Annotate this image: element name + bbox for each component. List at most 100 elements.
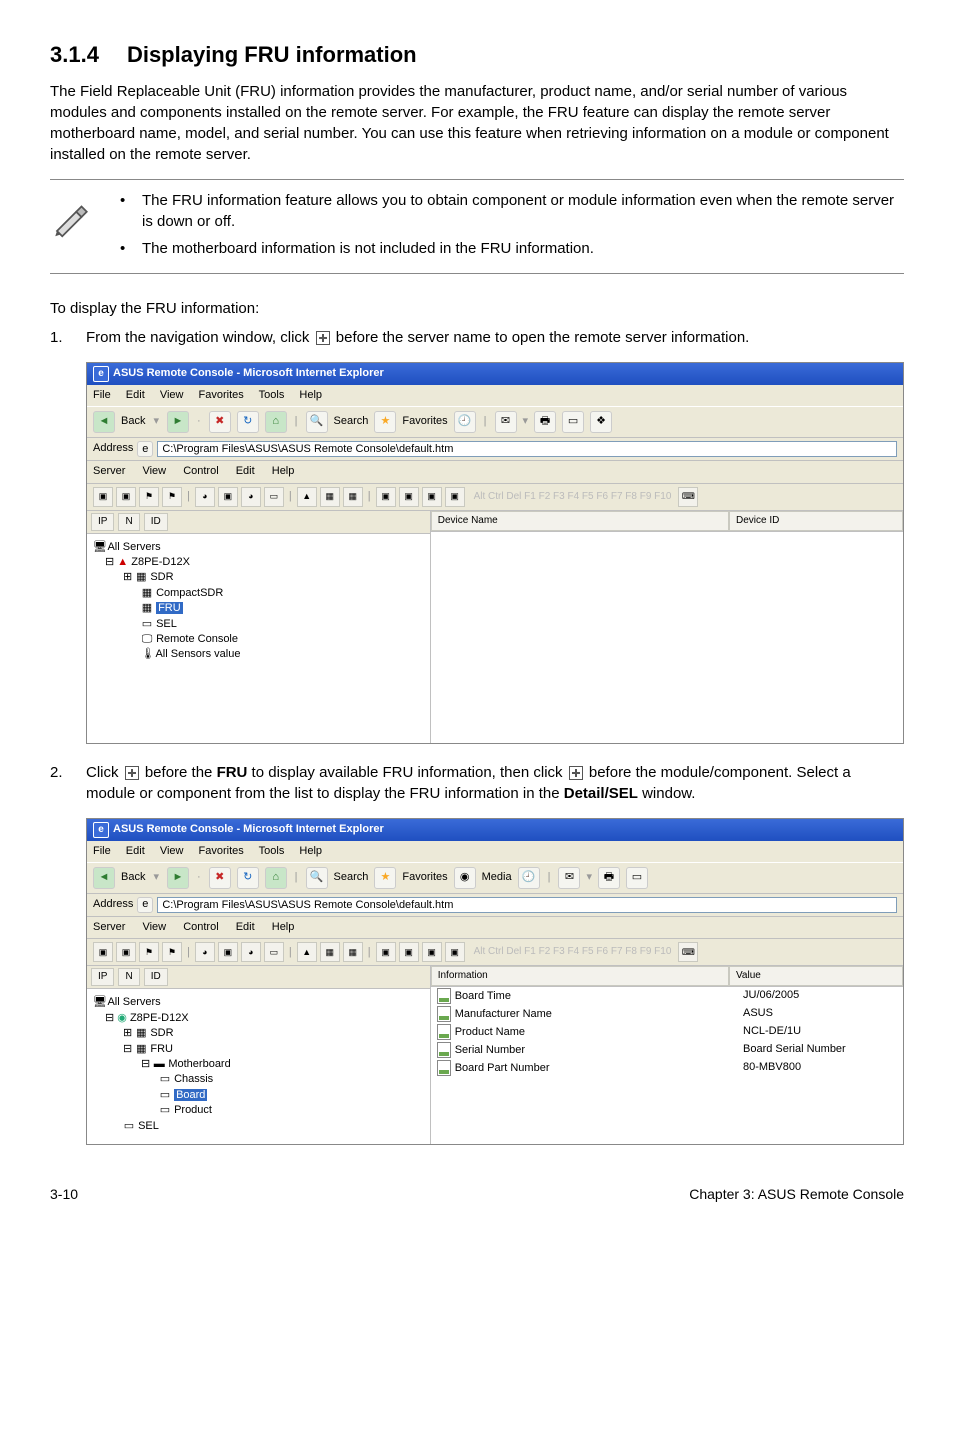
mail-button[interactable]: ✉: [495, 411, 517, 433]
arc-tool-icon[interactable]: ▣: [93, 487, 113, 507]
back-button[interactable]: ◄: [93, 867, 115, 889]
menu-favorites[interactable]: Favorites: [199, 845, 244, 857]
col-value[interactable]: Value: [729, 966, 903, 986]
arc-tool-icon[interactable]: ▲: [297, 487, 317, 507]
tree-item-motherboard[interactable]: ⊟ ▬ Motherboard: [93, 1057, 424, 1072]
tree-item-chassis[interactable]: ▭ Chassis: [93, 1072, 424, 1087]
arc-tool-icon[interactable]: ▭: [264, 942, 284, 962]
arc-menu-server[interactable]: Server: [93, 465, 125, 477]
menu-file[interactable]: File: [93, 389, 111, 401]
arc-menu-help[interactable]: Help: [272, 465, 295, 477]
forward-button[interactable]: ►: [167, 867, 189, 889]
tree-col-id[interactable]: ID: [144, 968, 168, 986]
menu-view[interactable]: View: [160, 389, 184, 401]
arc-menu-control[interactable]: Control: [183, 465, 218, 477]
print-button[interactable]: 🖶: [534, 411, 556, 433]
arc-tool-icon[interactable]: ⚑: [162, 487, 182, 507]
refresh-button[interactable]: ↻: [237, 411, 259, 433]
arc-menu-server[interactable]: Server: [93, 921, 125, 933]
arc-tool-icon[interactable]: ▭: [264, 487, 284, 507]
arc-tool-icon[interactable]: ▦: [320, 487, 340, 507]
arc-tool-icon[interactable]: ▣: [445, 487, 465, 507]
stop-button[interactable]: ✖: [209, 411, 231, 433]
arc-tool-icon[interactable]: ⚑: [162, 942, 182, 962]
arc-tool-icon[interactable]: ▣: [422, 487, 442, 507]
arc-tool-icon[interactable]: ▣: [116, 942, 136, 962]
menu-favorites[interactable]: Favorites: [199, 389, 244, 401]
list-row[interactable]: Board TimeJU/06/2005: [431, 987, 903, 1005]
menu-file[interactable]: File: [93, 845, 111, 857]
arc-menu-edit[interactable]: Edit: [236, 465, 255, 477]
edit-button[interactable]: ▭: [562, 411, 584, 433]
refresh-button[interactable]: ↻: [237, 867, 259, 889]
arc-tool-icon[interactable]: ◕: [195, 487, 215, 507]
tree-item-sdr[interactable]: ⊞ ▦ SDR: [93, 1026, 424, 1041]
arc-tool-icon[interactable]: ⌨: [678, 942, 698, 962]
arc-tool-icon[interactable]: ◕: [241, 942, 261, 962]
history-button[interactable]: 🕘: [518, 867, 540, 889]
back-button[interactable]: ◄: [93, 411, 115, 433]
arc-tool-icon[interactable]: ▦: [343, 942, 363, 962]
tree-item-compactsdr[interactable]: ▦ CompactSDR: [93, 586, 424, 601]
forward-button[interactable]: ►: [167, 411, 189, 433]
tree-col-n[interactable]: N: [118, 513, 139, 531]
arc-tool-icon[interactable]: ▣: [116, 487, 136, 507]
tree-col-id[interactable]: ID: [144, 513, 168, 531]
menu-view[interactable]: View: [160, 845, 184, 857]
arc-tool-icon[interactable]: ▣: [93, 942, 113, 962]
history-button[interactable]: 🕘: [454, 411, 476, 433]
tree-item-remote-console[interactable]: 🖵 Remote Console: [93, 632, 424, 647]
arc-tool-icon[interactable]: ⚑: [139, 942, 159, 962]
tree-item-board[interactable]: ▭ Board: [93, 1088, 424, 1103]
arc-tool-icon[interactable]: ▣: [376, 487, 396, 507]
list-row[interactable]: Board Part Number80-MBV800: [431, 1059, 903, 1077]
arc-menu-control[interactable]: Control: [183, 921, 218, 933]
tree-server[interactable]: ⊟ ◉ Z8PE-D12X: [93, 1011, 424, 1026]
arc-tool-icon[interactable]: ▣: [445, 942, 465, 962]
tree-item-fru[interactable]: ▦ FRU: [93, 601, 424, 616]
menu-edit[interactable]: Edit: [126, 845, 145, 857]
tree-item-sel[interactable]: ▭ SEL: [93, 617, 424, 632]
tree-item-all-sensors[interactable]: 🌡 All Sensors value: [93, 647, 424, 662]
list-row[interactable]: Product NameNCL-DE/1U: [431, 1023, 903, 1041]
menu-edit[interactable]: Edit: [126, 389, 145, 401]
address-input[interactable]: [157, 897, 897, 913]
menu-tools[interactable]: Tools: [259, 389, 285, 401]
arc-menu-help[interactable]: Help: [272, 921, 295, 933]
stop-button[interactable]: ✖: [209, 867, 231, 889]
tree-item-fru[interactable]: ⊟ ▦ FRU: [93, 1042, 424, 1057]
menu-tools[interactable]: Tools: [259, 845, 285, 857]
tree-col-n[interactable]: N: [118, 968, 139, 986]
address-input[interactable]: [157, 441, 897, 457]
search-icon[interactable]: 🔍: [306, 411, 328, 433]
list-row[interactable]: Serial NumberBoard Serial Number: [431, 1041, 903, 1059]
tree-root[interactable]: 🖥 All Servers: [93, 995, 424, 1010]
col-information[interactable]: Information: [431, 966, 729, 986]
discuss-button[interactable]: ❖: [590, 411, 612, 433]
arc-tool-icon[interactable]: ▦: [343, 487, 363, 507]
arc-tool-icon[interactable]: ▣: [422, 942, 442, 962]
print-button[interactable]: 🖶: [598, 867, 620, 889]
arc-tool-icon[interactable]: ▣: [399, 487, 419, 507]
media-icon[interactable]: ◉: [454, 867, 476, 889]
col-device-name[interactable]: Device Name: [431, 511, 729, 531]
arc-tool-icon[interactable]: ⚑: [139, 487, 159, 507]
tree-server[interactable]: ⊟ ▲ Z8PE-D12X: [93, 555, 424, 570]
tree-col-ip[interactable]: IP: [91, 513, 114, 531]
home-button[interactable]: ⌂: [265, 411, 287, 433]
tree-col-ip[interactable]: IP: [91, 968, 114, 986]
list-row[interactable]: Manufacturer NameASUS: [431, 1005, 903, 1023]
tree-root[interactable]: 🖥 All Servers: [93, 540, 424, 555]
arc-tool-icon[interactable]: ▲: [297, 942, 317, 962]
search-icon[interactable]: 🔍: [306, 867, 328, 889]
arc-tool-icon[interactable]: ▣: [218, 942, 238, 962]
menu-help[interactable]: Help: [299, 845, 322, 857]
menu-help[interactable]: Help: [299, 389, 322, 401]
tree-item-product[interactable]: ▭ Product: [93, 1103, 424, 1118]
tree-item-sel2[interactable]: ▭ SEL: [93, 1119, 424, 1134]
favorites-icon[interactable]: ★: [374, 867, 396, 889]
arc-tool-icon[interactable]: ◕: [195, 942, 215, 962]
arc-menu-view[interactable]: View: [142, 921, 166, 933]
edit-button[interactable]: ▭: [626, 867, 648, 889]
arc-tool-icon[interactable]: ⌨: [678, 487, 698, 507]
